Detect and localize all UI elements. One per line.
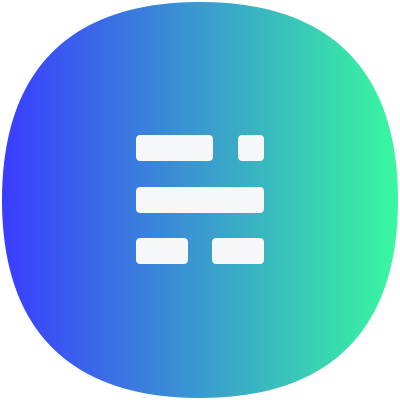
icon-canvas (0, 0, 400, 400)
glyph-block-top-right (238, 135, 264, 161)
glyph-block-middle (136, 187, 264, 213)
glyph-block-bottom-left (136, 238, 188, 264)
glyph-block-top-left (136, 135, 213, 161)
app-icon[interactable] (0, 0, 400, 400)
glyph-block-bottom-right (212, 238, 264, 264)
